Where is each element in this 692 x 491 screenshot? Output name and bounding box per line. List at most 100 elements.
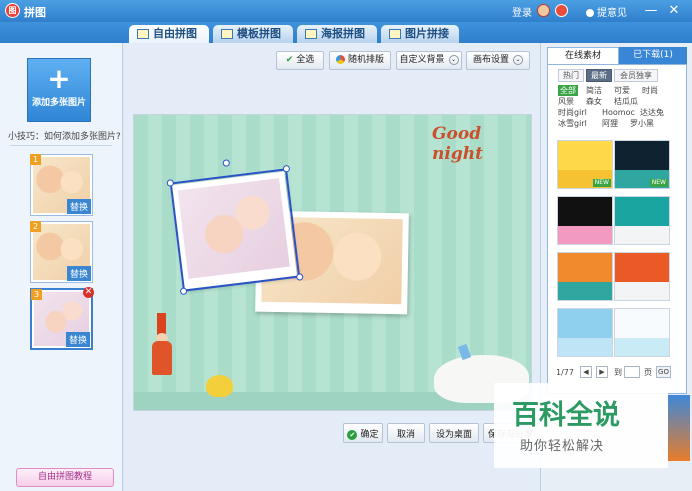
tag-item[interactable]: 时尚 (642, 85, 658, 96)
poster-collage-icon (305, 29, 317, 39)
collage-canvas[interactable]: Good night (133, 114, 532, 411)
tag-item[interactable]: 桔瓜瓜 (614, 96, 638, 107)
page-number-input[interactable] (624, 366, 640, 378)
tab-online-materials[interactable]: 在线素材 (547, 47, 619, 64)
subtab-hot[interactable]: 热门 (558, 69, 584, 82)
bear-hat (457, 343, 472, 361)
chevron-down-icon: ⌄ (513, 54, 523, 65)
custom-background-label: 自定义背景 (399, 55, 445, 65)
tag-item[interactable]: 森女 (586, 96, 602, 107)
select-all-button[interactable]: ✔ 全选 (276, 51, 324, 70)
thumb-sky (558, 253, 612, 283)
free-collage-icon (137, 29, 149, 39)
tab-label: 模板拼图 (237, 27, 281, 40)
app-title: 拼图 (24, 6, 46, 19)
template-thumb[interactable] (557, 308, 613, 357)
template-thumb[interactable] (557, 252, 613, 301)
replace-button[interactable]: 替换 (66, 199, 91, 214)
feedback-link[interactable]: 提意见 (586, 4, 627, 19)
photo-thumb[interactable]: 2 替换 (30, 221, 93, 283)
thumb-sky (558, 309, 612, 339)
select-all-label: 全选 (296, 55, 315, 65)
custom-background-dropdown[interactable]: 自定义背景 ⌄ (396, 51, 462, 70)
minimize-button[interactable]: — (643, 3, 659, 19)
check-icon: ✔ (285, 55, 294, 65)
tag-item[interactable]: 风景 (558, 96, 574, 107)
tag-item[interactable]: 罗小黑 (630, 118, 654, 129)
random-icon (335, 55, 345, 64)
confirm-button[interactable]: ✔ 确定 (343, 423, 383, 443)
template-thumb[interactable] (557, 196, 613, 245)
thumb-ground (615, 226, 669, 244)
cancel-button[interactable]: 取消 (387, 423, 425, 443)
tag-item[interactable]: 可爱 (614, 85, 630, 96)
login-link[interactable]: 登录 (512, 4, 532, 19)
close-button[interactable]: ✕ (666, 3, 682, 19)
kid-body (152, 341, 172, 375)
tab-template-collage[interactable]: 模板拼图 (213, 25, 293, 43)
tag-item[interactable]: 冰雪girl (558, 118, 587, 129)
thumb-sky (615, 197, 669, 227)
resize-handle[interactable] (179, 287, 188, 296)
tab-label: 图片拼接 (405, 27, 449, 40)
thumb-sky (558, 141, 612, 171)
tag-all[interactable]: 全部 (558, 85, 578, 96)
image-stitch-icon (389, 29, 401, 39)
thumb-sky (615, 253, 669, 283)
subtab-members[interactable]: 会员独享 (614, 69, 658, 82)
tutorial-button[interactable]: 自由拼图教程 (16, 468, 114, 487)
yarn-ball-illustration (206, 375, 233, 397)
set-desktop-button[interactable]: 设为桌面 (429, 423, 479, 443)
tag-item[interactable]: Hoomoc (602, 107, 635, 118)
promo-banner (668, 395, 690, 461)
rotate-handle[interactable] (222, 159, 231, 167)
tag-item[interactable]: 达达兔 (640, 107, 664, 118)
photo-number: 2 (30, 221, 41, 232)
canvas-settings-label: 画布设置 (472, 55, 509, 65)
random-layout-button[interactable]: 随机排版 (329, 51, 391, 70)
template-thumb[interactable]: NEW (614, 140, 670, 189)
tag-item[interactable]: 时尚girl (558, 107, 587, 118)
resize-handle[interactable] (282, 164, 291, 173)
tag-item[interactable]: 阿狸 (602, 118, 618, 129)
template-thumb[interactable] (614, 196, 670, 245)
tab-label: 海报拼图 (321, 27, 365, 40)
kid-hat (157, 313, 166, 335)
tip-link[interactable]: 小技巧：如何添加多张图片? (8, 129, 121, 142)
skin-icon[interactable] (555, 4, 568, 17)
user-avatar-icon[interactable] (537, 4, 550, 17)
next-page-button[interactable]: ▶ (596, 366, 608, 378)
add-images-label: 添加多张图片 (31, 98, 86, 108)
tab-bar: 自由拼图 模板拼图 海报拼图 图片拼接 (0, 22, 692, 43)
canvas-settings-dropdown[interactable]: 画布设置 ⌄ (466, 51, 530, 70)
plus-icon: + (47, 62, 71, 95)
goto-label: 到 (614, 368, 622, 377)
goodnight-text: Good night (432, 124, 483, 164)
resize-handle[interactable] (166, 179, 175, 187)
template-thumb[interactable] (614, 308, 670, 357)
photo-thumb[interactable]: 1 替换 (30, 154, 93, 216)
tab-image-stitch[interactable]: 图片拼接 (381, 25, 459, 43)
thumb-sky (558, 197, 612, 227)
thumb-sky (615, 141, 669, 171)
replace-button[interactable]: 替换 (65, 332, 90, 347)
tab-poster-collage[interactable]: 海报拼图 (297, 25, 377, 43)
replace-button[interactable]: 替换 (66, 266, 91, 281)
template-thumb[interactable] (614, 252, 670, 301)
kid-illustration (152, 313, 182, 393)
prev-page-button[interactable]: ◀ (580, 366, 592, 378)
go-button[interactable]: GO (656, 366, 671, 378)
pager: 1/77 ◀ ▶ 到 页 GO (556, 366, 686, 380)
new-badge: NEW (592, 179, 611, 187)
template-collage-icon (221, 29, 233, 39)
subtab-newest[interactable]: 最新 (586, 69, 612, 82)
tag-item[interactable]: 简洁 (586, 85, 602, 96)
title-bar: 图 拼图 登录 提意见 — ✕ (0, 0, 692, 22)
tab-free-collage[interactable]: 自由拼图 (129, 25, 209, 43)
add-images-button[interactable]: + 添加多张图片 (27, 58, 91, 122)
template-thumb[interactable]: NEW (557, 140, 613, 189)
selection-box[interactable] (166, 159, 304, 296)
photo-thumb-selected[interactable]: 3 替换 ✕ (30, 287, 94, 350)
delete-icon[interactable]: ✕ (83, 287, 94, 298)
tab-downloaded[interactable]: 已下载(1) (619, 47, 687, 64)
